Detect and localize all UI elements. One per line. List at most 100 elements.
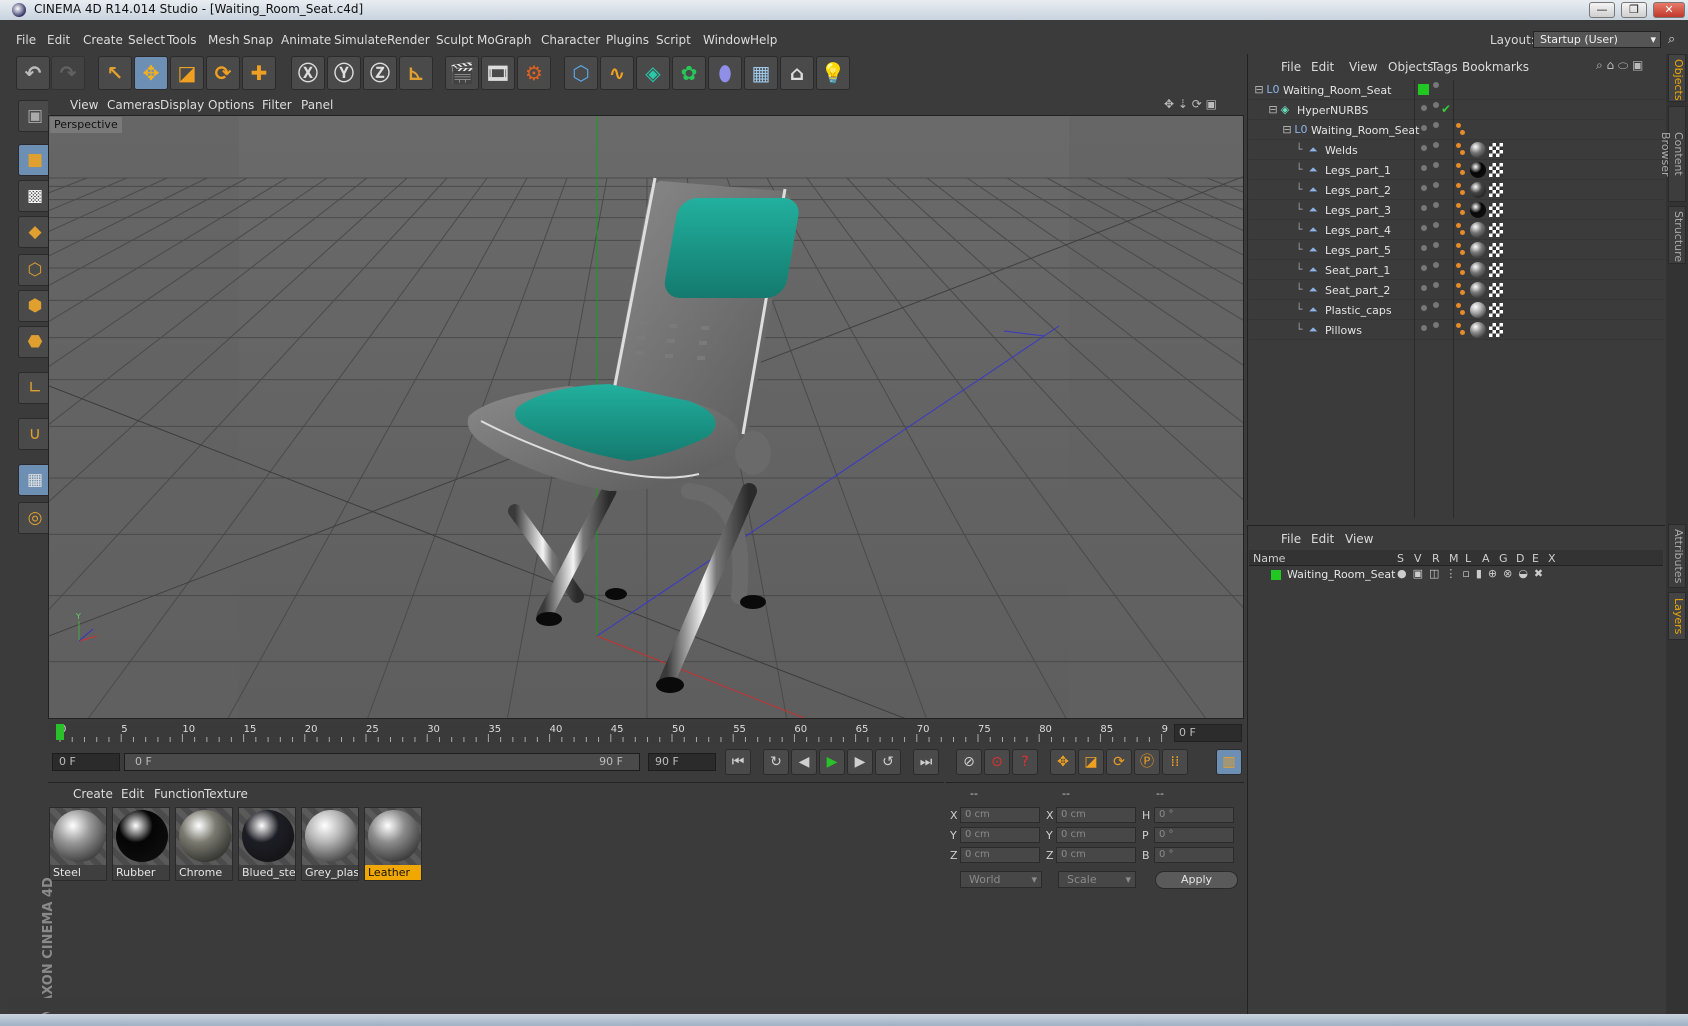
object-row[interactable]: ⊟ L0 Waiting_Room_Seat (1249, 120, 1665, 140)
phong-tag-icon[interactable] (1456, 263, 1466, 277)
render-visibility-dot[interactable] (1433, 102, 1439, 108)
material-tag-icon[interactable] (1470, 142, 1486, 158)
model-mode-button[interactable]: ■ (18, 144, 52, 176)
y-axis-button[interactable]: Ⓨ (327, 56, 361, 90)
rotation-field[interactable]: 0 ° (1154, 827, 1234, 843)
timeline-frame-field[interactable]: 0 F (1174, 724, 1242, 742)
rotate-tool-button[interactable]: ⟳ (206, 56, 240, 90)
menu-animate[interactable]: Animate (281, 33, 331, 47)
editor-visibility-dot[interactable] (1421, 285, 1427, 291)
menu-create[interactable]: Create (83, 33, 123, 47)
uvw-tag-icon[interactable] (1489, 203, 1503, 217)
scale-mode-select[interactable]: Scale ▾ (1058, 871, 1136, 888)
layer-column-m[interactable]: M (1449, 552, 1459, 565)
go-to-start-button[interactable]: ⏮ (725, 749, 751, 775)
locked-workplane-button[interactable]: ▦ (18, 464, 52, 496)
editor-visibility-dot[interactable] (1421, 305, 1427, 311)
key-pla-button[interactable]: ⁞⁞ (1162, 749, 1188, 775)
material-swatch[interactable]: Steel (49, 807, 107, 881)
playhead[interactable] (56, 724, 64, 740)
render-visibility-dot[interactable] (1433, 122, 1439, 128)
uvw-tag-icon[interactable] (1489, 223, 1503, 237)
material-swatch[interactable]: Leather (364, 807, 422, 881)
minimize-button[interactable]: — (1589, 2, 1615, 18)
object-row[interactable]: └ ⏶ Seat_part_2 (1249, 280, 1665, 300)
viewport-menu-view[interactable]: View (70, 98, 98, 112)
live-selection-button[interactable]: ↖ (98, 56, 132, 90)
position-field[interactable]: 0 cm (960, 827, 1040, 843)
phong-tag-icon[interactable] (1456, 163, 1466, 177)
cube-object-button[interactable]: ⬡ (564, 56, 598, 90)
record-keys-button[interactable]: ⊘ (956, 749, 982, 775)
menu-edit[interactable]: Edit (47, 33, 70, 47)
edges-mode-button[interactable]: ⬢ (18, 290, 52, 322)
autokey-button[interactable]: ⊙ (984, 749, 1010, 775)
object-row[interactable]: └ ⏶ Legs_part_1 (1249, 160, 1665, 180)
phong-tag-icon[interactable] (1456, 303, 1466, 317)
tab-attributes[interactable]: Attributes (1668, 524, 1686, 588)
tab-structure[interactable]: Structure (1668, 206, 1686, 264)
menu-character[interactable]: Character (541, 33, 600, 47)
object-row[interactable]: └ ⏶ Legs_part_2 (1249, 180, 1665, 200)
layer-column-v[interactable]: V (1414, 552, 1422, 565)
object-row[interactable]: ⊟ L0 Waiting_Room_Seat (1249, 80, 1665, 100)
expand-icon[interactable]: ⊟ (1253, 84, 1265, 96)
viewport-menu-filter[interactable]: Filter (262, 98, 292, 112)
make-editable-button[interactable]: ▣ (18, 100, 52, 132)
editor-visibility-dot[interactable] (1421, 145, 1427, 151)
x-axis-button[interactable]: Ⓧ (291, 56, 325, 90)
viewport-menu-options[interactable]: Options (208, 98, 254, 112)
material-tag-icon[interactable] (1470, 222, 1486, 238)
editor-visibility-dot[interactable] (1421, 105, 1427, 111)
end-frame-field[interactable]: 90 F (648, 753, 716, 771)
scale-tool-button[interactable]: ◪ (170, 56, 204, 90)
layer-column-e[interactable]: E (1532, 552, 1539, 565)
editor-visibility-dot[interactable] (1421, 325, 1427, 331)
points-mode-button[interactable]: ⬡ (18, 254, 52, 286)
size-field[interactable]: 0 cm (1056, 827, 1136, 843)
render-visibility-dot[interactable] (1433, 322, 1439, 328)
material-menu-create[interactable]: Create (73, 787, 113, 801)
coord-system-select[interactable]: World ▾ (960, 871, 1042, 888)
phong-tag-icon[interactable] (1456, 143, 1466, 157)
material-tag-icon[interactable] (1470, 262, 1486, 278)
material-menu-function[interactable]: Function (154, 787, 205, 801)
menu-snap[interactable]: Snap (243, 33, 273, 47)
move-tool-button[interactable]: ✥ (134, 56, 168, 90)
menu-help[interactable]: Help (750, 33, 777, 47)
layer-column-l[interactable]: L (1465, 552, 1471, 565)
menu-tools[interactable]: Tools (167, 33, 197, 47)
layer-column-name[interactable]: Name (1253, 552, 1285, 565)
editor-visibility-dot[interactable] (1421, 225, 1427, 231)
material-tag-icon[interactable] (1470, 302, 1486, 318)
position-field[interactable]: 0 cm (960, 847, 1040, 863)
uvw-tag-icon[interactable] (1489, 143, 1503, 157)
layer-row[interactable]: Waiting_Room_Seat ●▣◫⋮▫▮⊕⊗◒✖ (1249, 566, 1663, 584)
layer-menu-view[interactable]: View (1345, 532, 1373, 546)
object-row[interactable]: └ ⏶ Legs_part_5 (1249, 240, 1665, 260)
play-button[interactable]: ▶ (819, 749, 845, 775)
array-button[interactable]: ✿ (672, 56, 706, 90)
menu-file[interactable]: File (16, 33, 36, 47)
polygons-mode-button[interactable]: ⬣ (18, 326, 52, 358)
viewport-menu-panel[interactable]: Panel (301, 98, 333, 112)
deformer-button[interactable]: ⬮ (708, 56, 742, 90)
object-row[interactable]: └ ⏶ Pillows (1249, 320, 1665, 340)
layer-column-g[interactable]: G (1499, 552, 1508, 565)
material-swatch[interactable]: Chrome (175, 807, 233, 881)
material-tag-icon[interactable] (1470, 242, 1486, 258)
layer-toggle-icons[interactable]: ●▣◫⋮▫▮⊕⊗◒✖ (1397, 567, 1549, 580)
phong-tag-icon[interactable] (1456, 283, 1466, 297)
material-tag-icon[interactable] (1470, 282, 1486, 298)
planar-workplane-button[interactable]: ◎ (18, 502, 52, 534)
uvw-tag-icon[interactable] (1489, 263, 1503, 277)
coordinate-system-button[interactable]: ⊾ (399, 56, 433, 90)
previous-frame-button[interactable]: ◀ (791, 749, 817, 775)
render-visibility-dot[interactable] (1433, 242, 1439, 248)
key-scale-button[interactable]: ◪ (1078, 749, 1104, 775)
search-icon[interactable]: ⌕ (1668, 32, 1675, 47)
object-menu-file[interactable]: File (1281, 60, 1301, 74)
texture-mode-button[interactable]: ▩ (18, 180, 52, 212)
material-tag-icon[interactable] (1470, 182, 1486, 198)
layer-column-d[interactable]: D (1516, 552, 1524, 565)
